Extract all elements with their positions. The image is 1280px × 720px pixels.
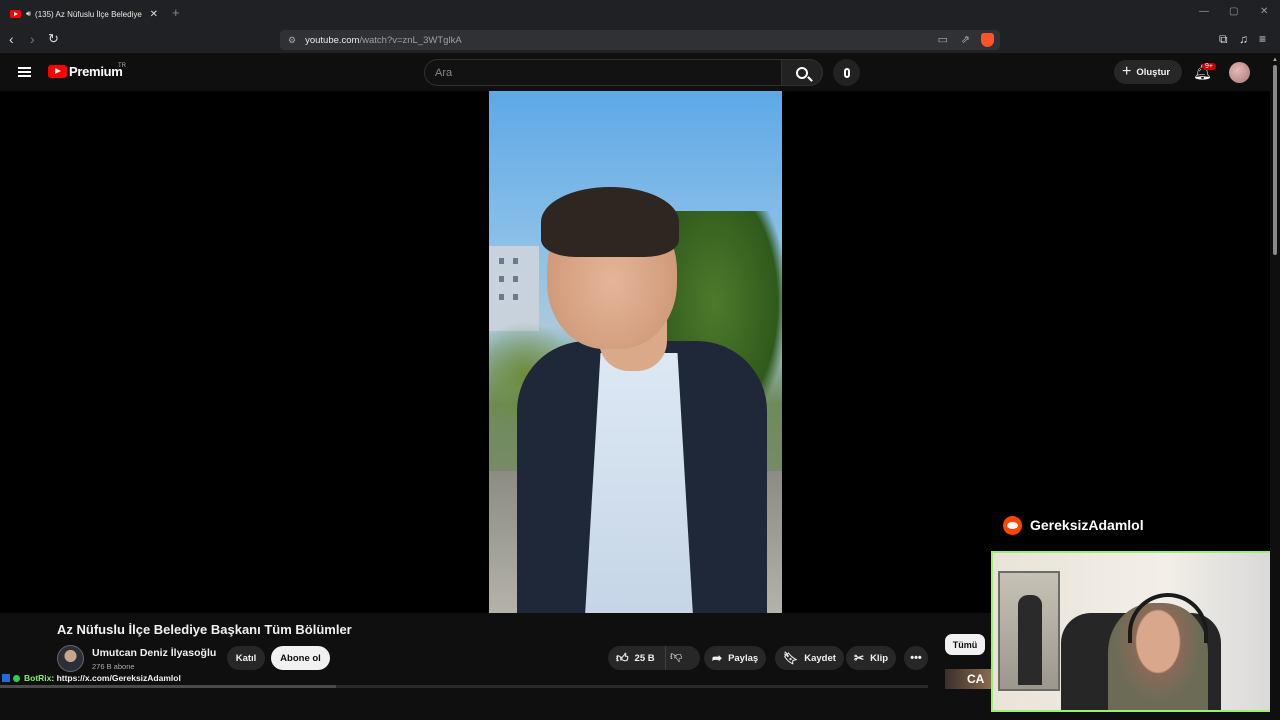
youtube-masthead: Premium TR Ara + Oluştur 🔔︎ 9+ bbox=[0, 55, 1280, 91]
account-avatar[interactable] bbox=[1229, 62, 1250, 83]
site-settings-icon[interactable]: ⚙ bbox=[288, 35, 296, 46]
headset bbox=[1128, 593, 1208, 643]
progress-bar[interactable] bbox=[0, 685, 928, 688]
search-input[interactable]: Ara bbox=[424, 59, 782, 86]
bot-message: : https://x.com/GereksizAdamlol bbox=[51, 673, 181, 683]
video-title: Az Nüfuslu İlçe Belediye Başkanı Tüm Böl… bbox=[57, 622, 352, 637]
like-dislike-group: 👍︎ 25 B 👎︎ bbox=[608, 646, 700, 670]
save-label: Kaydet bbox=[804, 652, 836, 664]
bookmark-icon: 🔖︎ bbox=[783, 651, 799, 665]
like-button[interactable]: 👍︎ 25 B bbox=[608, 646, 666, 670]
search-icon bbox=[796, 66, 808, 79]
address-bar[interactable]: ⚙ youtube.com/watch?v=znL_3WTglkA ▭ ⇗ bbox=[280, 30, 1000, 50]
video-frame[interactable] bbox=[489, 91, 782, 613]
extensions-icon[interactable]: ⧉ bbox=[1219, 32, 1228, 47]
progress-buffered bbox=[0, 685, 336, 688]
thumbs-up-icon: 👍︎ bbox=[616, 650, 629, 665]
channel-avatar[interactable] bbox=[57, 645, 84, 672]
maximize-icon[interactable]: ▢ bbox=[1229, 6, 1238, 17]
share-arrow-icon: ➦ bbox=[712, 651, 723, 665]
back-icon[interactable]: ‹ bbox=[9, 31, 14, 47]
youtube-logo-icon[interactable] bbox=[48, 65, 67, 78]
reddit-username: GereksizAdamlol bbox=[1030, 517, 1144, 533]
url-path: /watch?v=znL_3WTglkA bbox=[359, 34, 462, 46]
forward-icon[interactable]: › bbox=[30, 31, 35, 47]
share-label: Paylaş bbox=[728, 652, 759, 664]
wall-portrait bbox=[998, 571, 1060, 691]
create-button[interactable]: + Oluştur bbox=[1114, 60, 1182, 84]
building bbox=[489, 246, 539, 331]
browser-nav-bar: ‹ › ↻ ⚙ youtube.com/watch?v=znL_3WTglkA … bbox=[0, 27, 1280, 54]
join-button[interactable]: Katıl bbox=[227, 646, 265, 670]
cast-icon[interactable]: ▭ bbox=[938, 33, 948, 46]
subscribe-button[interactable]: Abone ol bbox=[271, 646, 330, 670]
bot-name: BotRix bbox=[24, 673, 52, 683]
man-shirt bbox=[584, 353, 694, 613]
share-button[interactable]: ➦ Paylaş bbox=[704, 646, 767, 670]
browser-tab[interactable]: 🔊︎ (135) Az Nüfuslu İlçe Belediye ✕ bbox=[4, 3, 164, 25]
clip-label: Klip bbox=[870, 652, 889, 664]
scissors-icon: ✂ bbox=[854, 651, 865, 665]
platform-icon bbox=[2, 674, 10, 682]
new-tab-icon[interactable]: + bbox=[172, 5, 180, 20]
thumbnail-text: CA bbox=[967, 672, 985, 686]
plus-icon: + bbox=[1122, 63, 1132, 80]
recommended-thumbnail[interactable]: CA bbox=[945, 669, 991, 689]
microphone-icon bbox=[843, 67, 850, 78]
more-actions-button[interactable]: ••• bbox=[904, 646, 928, 670]
clip-button[interactable]: ✂ Klip bbox=[846, 646, 897, 670]
webcam-overlay bbox=[991, 551, 1277, 712]
country-code: TR bbox=[118, 63, 126, 69]
like-count: 25 B bbox=[634, 652, 655, 664]
page-scrollbar[interactable]: ▲ bbox=[1270, 55, 1280, 720]
music-icon[interactable]: ♫ bbox=[1239, 32, 1248, 46]
reddit-icon bbox=[1003, 516, 1022, 535]
brave-shield-icon[interactable] bbox=[981, 33, 994, 47]
minimize-icon[interactable]: — bbox=[1199, 6, 1209, 17]
youtube-favicon-icon bbox=[10, 10, 21, 18]
brand-label[interactable]: Premium bbox=[69, 64, 123, 79]
create-label: Oluştur bbox=[1136, 66, 1171, 78]
subscriber-count: 276 B abone bbox=[92, 662, 135, 671]
tab-title: (135) Az Nüfuslu İlçe Belediye bbox=[35, 9, 142, 19]
voice-search-button[interactable] bbox=[833, 59, 860, 86]
speaker-icon[interactable]: 🔊︎ bbox=[26, 9, 31, 19]
online-dot-icon bbox=[13, 674, 20, 682]
notification-badge: 9+ bbox=[1202, 63, 1216, 70]
close-tab-icon[interactable]: ✕ bbox=[150, 9, 158, 20]
guide-menu-icon[interactable] bbox=[18, 67, 31, 77]
channel-name[interactable]: Umutcan Deniz İlyasoğlu bbox=[92, 647, 216, 659]
chip-all[interactable]: Tümü bbox=[945, 634, 985, 655]
scroll-thumb[interactable] bbox=[1273, 65, 1277, 255]
reload-icon[interactable]: ↻ bbox=[48, 31, 59, 47]
chat-overlay: BotRix : https://x.com/GereksizAdamlol bbox=[2, 673, 181, 683]
scroll-up-icon[interactable]: ▲ bbox=[1272, 57, 1278, 63]
man-hair bbox=[541, 187, 679, 257]
share-icon[interactable]: ⇗ bbox=[961, 33, 970, 46]
video-player[interactable] bbox=[0, 91, 1270, 613]
menu-icon[interactable]: ≡ bbox=[1259, 32, 1266, 46]
search-placeholder: Ara bbox=[435, 66, 453, 79]
close-window-icon[interactable]: ✕ bbox=[1260, 6, 1268, 17]
search-button[interactable] bbox=[781, 59, 823, 86]
url-host: youtube.com bbox=[305, 34, 360, 46]
browser-tab-bar: 🔊︎ (135) Az Nüfuslu İlçe Belediye ✕ + — … bbox=[0, 0, 1280, 27]
dislike-button-icon[interactable]: 👎︎ bbox=[670, 649, 682, 664]
save-button[interactable]: 🔖︎ Kaydet bbox=[775, 646, 844, 670]
